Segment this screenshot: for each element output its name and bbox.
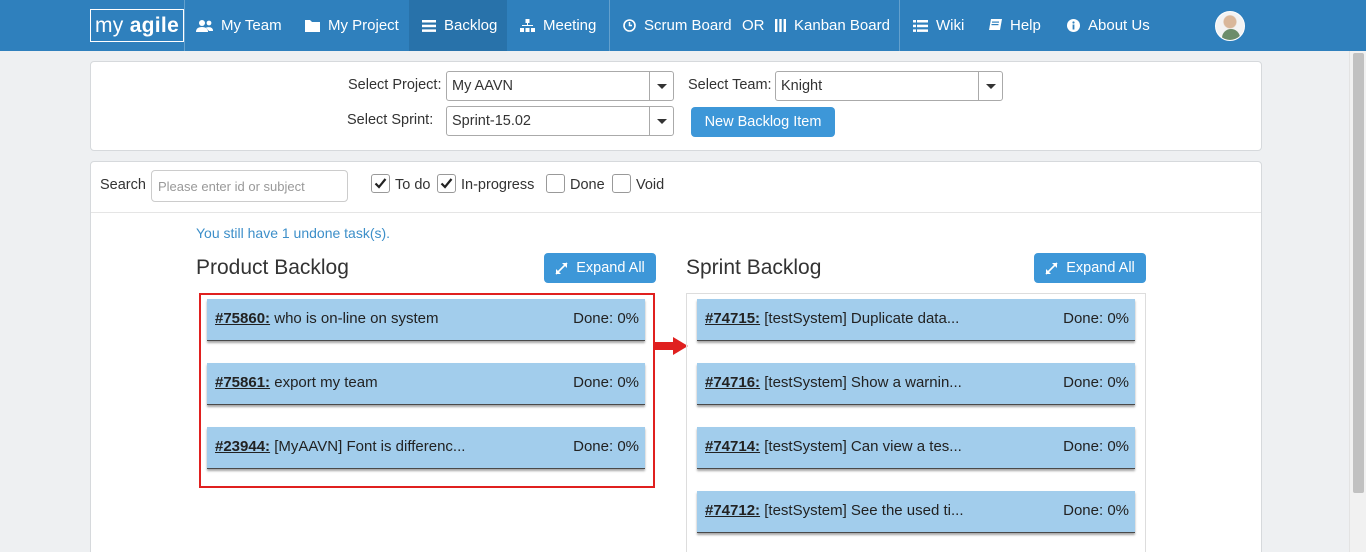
sprint-select[interactable]: Sprint-15.02 xyxy=(446,106,674,136)
users-icon xyxy=(196,19,213,32)
folder-icon xyxy=(305,20,320,32)
brand-logo[interactable]: my agile xyxy=(90,9,184,42)
columns-icon xyxy=(775,19,786,32)
new-backlog-item-button[interactable]: New Backlog Item xyxy=(691,107,835,137)
info-icon xyxy=(1067,19,1080,32)
card-subject: [testSystem] Can view a tes... xyxy=(764,438,962,455)
page-scrollbar[interactable] xyxy=(1349,51,1366,552)
expand-all-label: Expand All xyxy=(1066,260,1135,276)
expand-all-sprint-button[interactable]: Expand All xyxy=(1034,253,1146,283)
search-input[interactable] xyxy=(151,170,348,202)
nav-kanban-board[interactable]: Kanban Board xyxy=(775,0,890,51)
list-icon xyxy=(913,19,928,32)
filter-panel xyxy=(90,61,1262,151)
team-select-value: Knight xyxy=(781,78,823,94)
user-avatar[interactable] xyxy=(1215,11,1245,41)
void-label: Void xyxy=(636,177,665,193)
expand-all-label: Expand All xyxy=(576,260,645,276)
card-subject: [testSystem] Duplicate data... xyxy=(764,310,960,327)
card-subject: [testSystem] See the used ti... xyxy=(764,502,964,519)
void-checkbox[interactable] xyxy=(612,174,631,193)
product-backlog-title: Product Backlog xyxy=(196,256,349,279)
team-select[interactable]: Knight xyxy=(775,71,1003,101)
nav-help[interactable]: Help xyxy=(989,0,1041,51)
nav-or-text: OR xyxy=(742,0,765,51)
divider xyxy=(91,212,1261,213)
nav-my-team-label: My Team xyxy=(221,17,282,34)
expand-icon xyxy=(1045,261,1058,275)
nav-or-label: OR xyxy=(742,17,765,34)
expand-icon xyxy=(555,261,568,275)
backlog-card[interactable]: #74712: [testSystem] See the used ti... … xyxy=(697,491,1135,533)
list-icon xyxy=(422,19,436,32)
search-label: Search xyxy=(100,177,146,193)
backlog-card[interactable]: #74716: [testSystem] Show a warnin... Do… xyxy=(697,363,1135,405)
brand-logo-bold: agile xyxy=(129,14,180,37)
nav-wiki-label: Wiki xyxy=(936,17,965,34)
select-sprint-label: Select Sprint: xyxy=(347,112,434,128)
card-subject: [testSystem] Show a warnin... xyxy=(764,374,962,391)
card-id-link[interactable]: #74712: xyxy=(705,502,760,519)
nav-divider xyxy=(184,0,185,51)
nav-my-project[interactable]: My Project xyxy=(305,0,399,51)
nav-about-us-label: About Us xyxy=(1088,17,1150,34)
scrollbar-thumb[interactable] xyxy=(1353,53,1364,493)
nav-divider xyxy=(609,0,610,51)
nav-backlog[interactable]: Backlog xyxy=(409,0,507,51)
book-icon xyxy=(989,19,1002,30)
new-backlog-item-label: New Backlog Item xyxy=(704,114,822,130)
nav-meeting[interactable]: Meeting xyxy=(520,0,596,51)
todo-checkbox[interactable] xyxy=(371,174,390,193)
done-label: Done xyxy=(570,177,605,193)
card-progress: Done: 0% xyxy=(1063,438,1129,455)
nav-wiki[interactable]: Wiki xyxy=(913,0,964,51)
undone-tasks-notice[interactable]: You still have 1 undone task(s). xyxy=(196,225,390,241)
nav-scrum-board-label: Scrum Board xyxy=(644,17,732,34)
nav-divider xyxy=(899,0,900,51)
chevron-down-icon xyxy=(978,72,1002,100)
nav-my-team[interactable]: My Team xyxy=(196,0,282,51)
card-id-link[interactable]: #74715: xyxy=(705,310,760,327)
expand-all-product-button[interactable]: Expand All xyxy=(544,253,656,283)
highlight-box xyxy=(199,293,655,488)
card-progress: Done: 0% xyxy=(1063,310,1129,327)
card-id-link[interactable]: #74716: xyxy=(705,374,760,391)
card-progress: Done: 0% xyxy=(1063,502,1129,519)
project-select-value: My AAVN xyxy=(452,78,513,94)
check-icon xyxy=(440,178,453,189)
red-arrow-icon xyxy=(655,337,688,355)
card-id-link[interactable]: #74714: xyxy=(705,438,760,455)
nav-kanban-board-label: Kanban Board xyxy=(794,17,890,34)
top-navbar: my agile My Team My Project Backlog Meet… xyxy=(0,0,1366,51)
nav-my-project-label: My Project xyxy=(328,17,399,34)
todo-label: To do xyxy=(395,177,431,193)
chevron-down-icon xyxy=(649,72,673,100)
chevron-down-icon xyxy=(649,107,673,135)
sprint-select-value: Sprint-15.02 xyxy=(452,113,531,129)
backlog-card[interactable]: #74715: [testSystem] Duplicate data... D… xyxy=(697,299,1135,341)
sprint-backlog-title: Sprint Backlog xyxy=(686,256,822,279)
check-icon xyxy=(374,178,387,189)
nav-meeting-label: Meeting xyxy=(543,17,597,34)
select-project-label: Select Project: xyxy=(348,77,442,93)
nav-backlog-label: Backlog xyxy=(444,17,498,34)
nav-help-label: Help xyxy=(1010,17,1041,34)
card-progress: Done: 0% xyxy=(1063,374,1129,391)
clock-icon xyxy=(623,19,636,32)
nav-scrum-board[interactable]: Scrum Board xyxy=(623,0,732,51)
backlog-card[interactable]: #74714: [testSystem] Can view a tes... D… xyxy=(697,427,1135,469)
project-select[interactable]: My AAVN xyxy=(446,71,674,101)
nav-about-us[interactable]: About Us xyxy=(1067,0,1150,51)
select-team-label: Select Team: xyxy=(688,77,772,93)
in-progress-checkbox[interactable] xyxy=(437,174,456,193)
in-progress-label: In-progress xyxy=(461,177,535,193)
brand-logo-light: my xyxy=(94,14,130,37)
done-checkbox[interactable] xyxy=(546,174,565,193)
sitemap-icon xyxy=(520,19,535,32)
